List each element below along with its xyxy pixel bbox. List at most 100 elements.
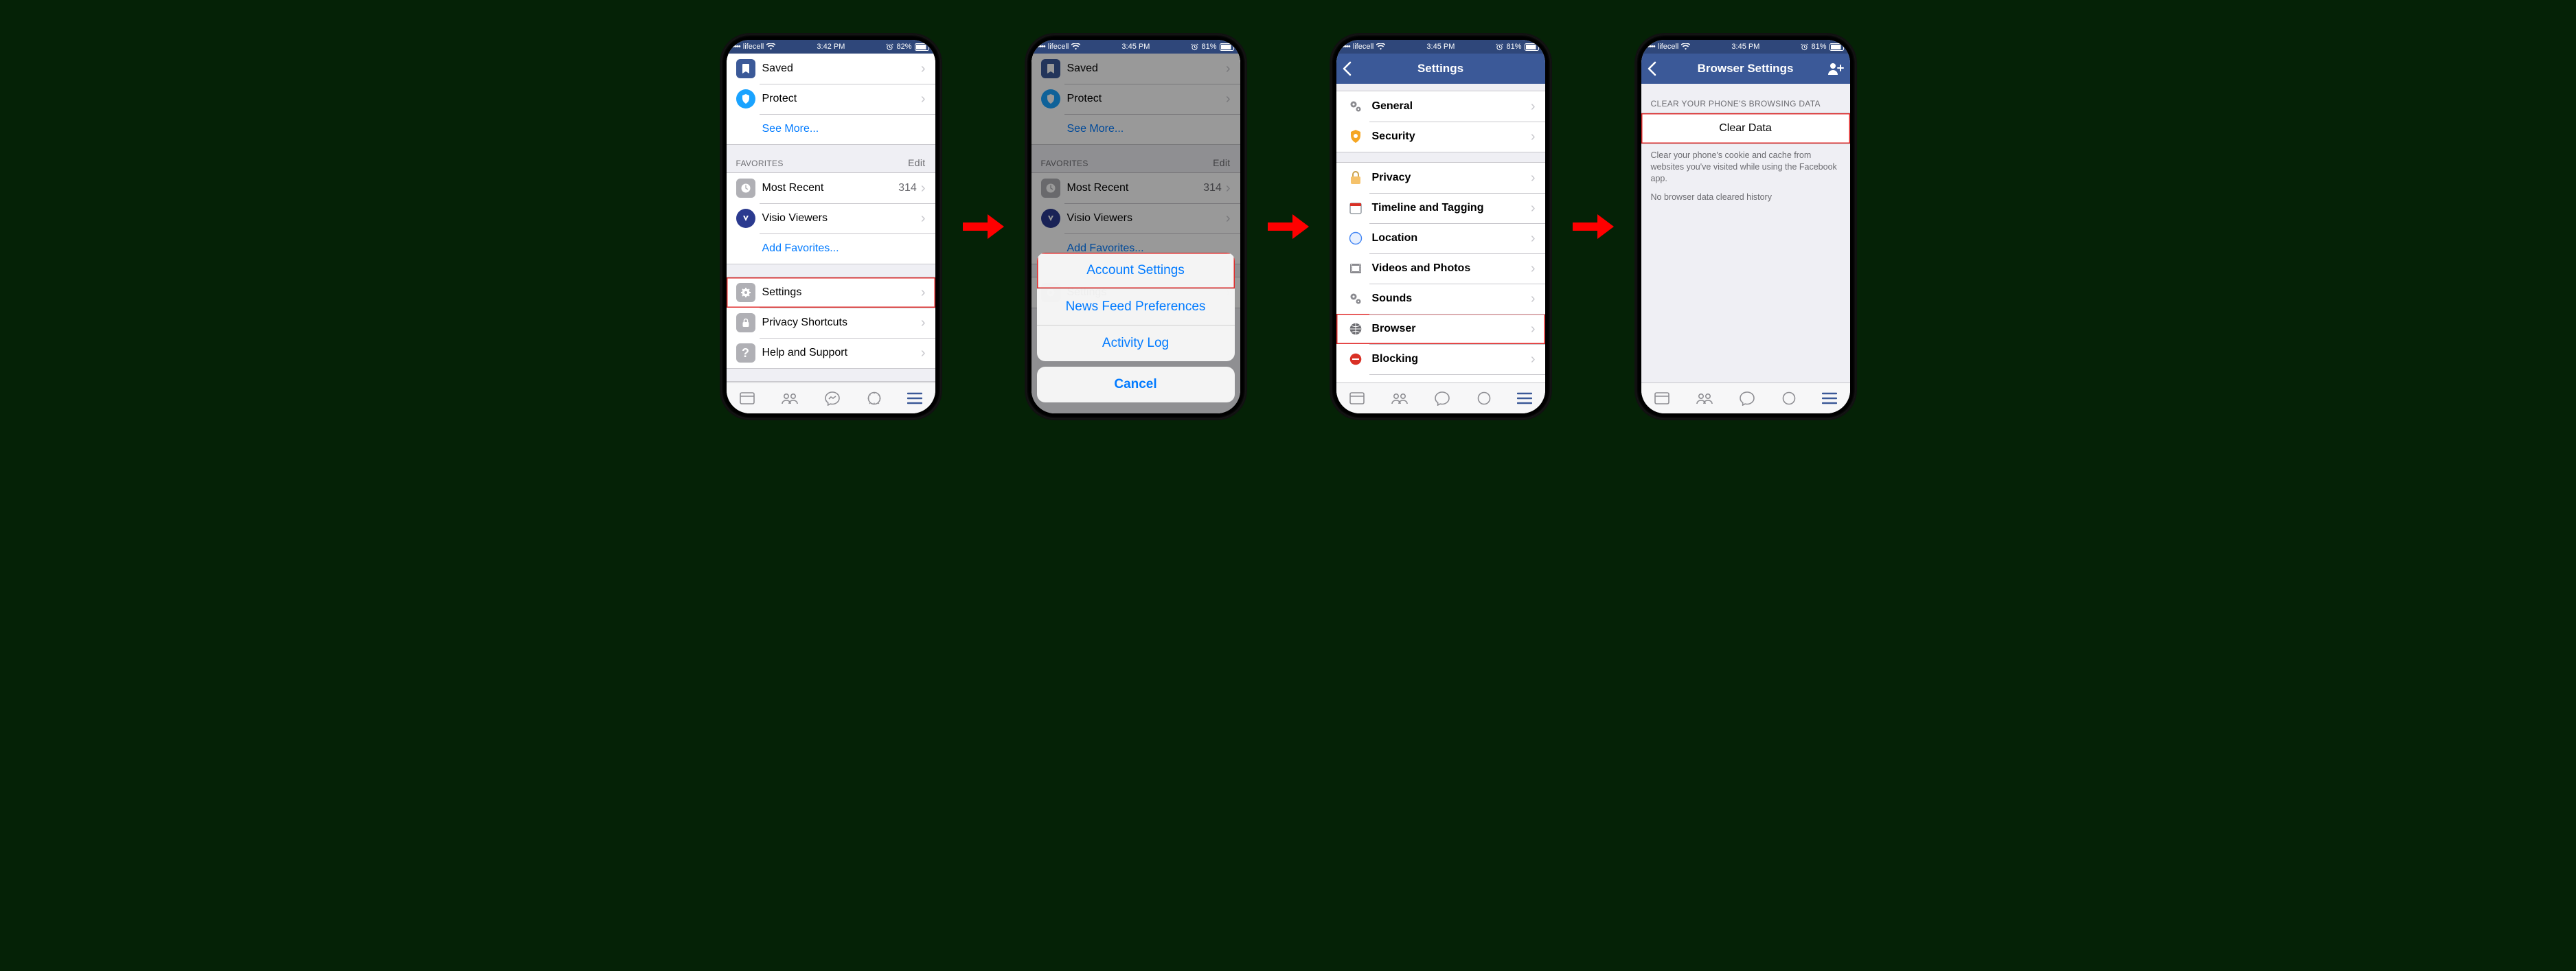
status-time: 3:42 PM [817,43,845,51]
row-see-more[interactable]: See More... [727,114,935,144]
tab-messenger[interactable] [824,391,841,406]
action-sheet: Account Settings News Feed Preferences A… [1037,253,1235,408]
row-label: Security [1372,130,1531,143]
row-timeline[interactable]: Timeline and Tagging › [1336,193,1545,223]
sheet-activity-log[interactable]: Activity Log [1037,325,1235,361]
tab-menu[interactable] [1517,392,1532,404]
battery-pct: 81% [1811,43,1826,51]
tab-friends[interactable] [780,391,799,406]
row-blocking[interactable]: Blocking › [1336,344,1545,374]
tab-notifications[interactable] [1781,391,1797,406]
tab-friends[interactable] [1695,391,1714,406]
row-browser[interactable]: Browser › [1336,314,1545,344]
sheet-account-settings[interactable]: Account Settings [1037,253,1235,288]
clear-data-status: No browser data cleared history [1641,190,1850,209]
row-privacy[interactable]: Privacy › [1336,163,1545,193]
tab-friends[interactable] [1390,391,1409,406]
globe-icon [1346,319,1365,339]
chevron-right-icon: › [1531,171,1536,185]
back-button[interactable] [1647,54,1656,84]
row-label: Visio Viewers [762,212,921,225]
chevron-right-icon: › [921,181,926,195]
row-help[interactable]: ? Help and Support › [727,338,935,368]
tab-menu[interactable] [1822,392,1837,404]
row-label: General [1372,100,1531,113]
row-protect[interactable]: Protect › [727,84,935,114]
row-clear-data[interactable]: Clear Data [1641,113,1850,144]
bookmark-icon [736,59,755,78]
row-label: Browser [1372,323,1531,335]
row-label: Timeline and Tagging [1372,202,1531,214]
chevron-right-icon: › [1531,322,1536,336]
battery-icon [1525,43,1541,51]
tab-messenger[interactable] [1739,391,1755,406]
row-saved[interactable]: Saved › [727,54,935,84]
row-location[interactable]: Location › [1336,223,1545,253]
wifi-icon [1376,43,1385,50]
chevron-right-icon: › [921,346,926,360]
padlock-icon [1346,168,1365,187]
chevron-right-icon: › [1531,292,1536,306]
row-language[interactable]: Language › [1336,374,1545,382]
carrier-label: lifecell [1353,43,1374,51]
gears-icon [1346,289,1365,308]
row-label: See More... [762,123,926,135]
row-label: Clear Data [1719,122,1771,135]
phone-1: ••••• lifecell 3:42 PM 82% [721,34,941,419]
status-time: 3:45 PM [1121,43,1150,51]
row-visio[interactable]: Visio Viewers › [727,203,935,233]
sheet-news-feed[interactable]: News Feed Preferences [1037,288,1235,325]
nav-title: Settings [1417,62,1463,76]
row-settings[interactable]: Settings › [727,277,935,308]
gears-icon [1346,97,1365,116]
signal-dots-icon: ••••• [731,43,740,51]
calendar-icon [1346,198,1365,218]
carrier-label: lifecell [1048,43,1069,51]
chevron-right-icon: › [1531,100,1536,113]
favorites-header: FAVORITES Edit [727,145,935,172]
favorites-edit[interactable]: Edit [908,157,925,168]
row-label: Location [1372,232,1531,244]
section-title: CLEAR YOUR PHONE'S BROWSING DATA [1651,99,1821,108]
tab-bar [1641,382,1850,413]
clear-data-header: CLEAR YOUR PHONE'S BROWSING DATA [1641,84,1850,113]
back-button[interactable] [1342,54,1352,84]
add-friend-button[interactable] [1827,54,1845,84]
tab-menu[interactable] [907,392,922,404]
row-label: Privacy Shortcuts [762,317,921,329]
row-add-favorites[interactable]: Add Favorites... [727,233,935,264]
tab-feed[interactable] [1349,391,1365,406]
alarm-icon [1191,43,1198,51]
wifi-icon [1071,43,1080,50]
tab-feed[interactable] [739,391,755,406]
badge-icon [1346,127,1365,146]
tab-notifications[interactable] [866,391,882,406]
row-security[interactable]: Security › [1336,122,1545,152]
status-bar: ••••• lifecell 3:45 PM 81% [1031,40,1240,54]
chevron-right-icon: › [921,316,926,330]
tab-messenger[interactable] [1434,391,1450,406]
row-label: Sounds [1372,293,1531,305]
row-most-recent[interactable]: Most Recent 314 › [727,173,935,203]
carrier-label: lifecell [743,43,764,51]
chevron-right-icon: › [1531,262,1536,275]
phone-4: ••••• lifecell 3:45 PM 81% Browser Setti… [1636,34,1856,419]
clear-data-desc: Clear your phone's cookie and cache from… [1641,144,1850,190]
carrier-label: lifecell [1658,43,1679,51]
row-label: Settings [762,286,921,299]
row-privacy-shortcuts[interactable]: Privacy Shortcuts › [727,308,935,338]
row-general[interactable]: General › [1336,91,1545,122]
row-videos[interactable]: Videos and Photos › [1336,253,1545,284]
alarm-icon [1801,43,1808,51]
tab-feed[interactable] [1654,391,1670,406]
battery-icon [915,43,931,51]
tab-notifications[interactable] [1476,391,1492,406]
row-label: Most Recent [762,182,899,194]
sheet-cancel[interactable]: Cancel [1037,367,1235,402]
flow-arrow-icon [961,212,1005,242]
wifi-icon [766,43,775,50]
tab-bar [727,382,935,413]
row-sounds[interactable]: Sounds › [1336,284,1545,314]
nav-header: Settings [1336,54,1545,84]
chevron-right-icon: › [921,92,926,106]
